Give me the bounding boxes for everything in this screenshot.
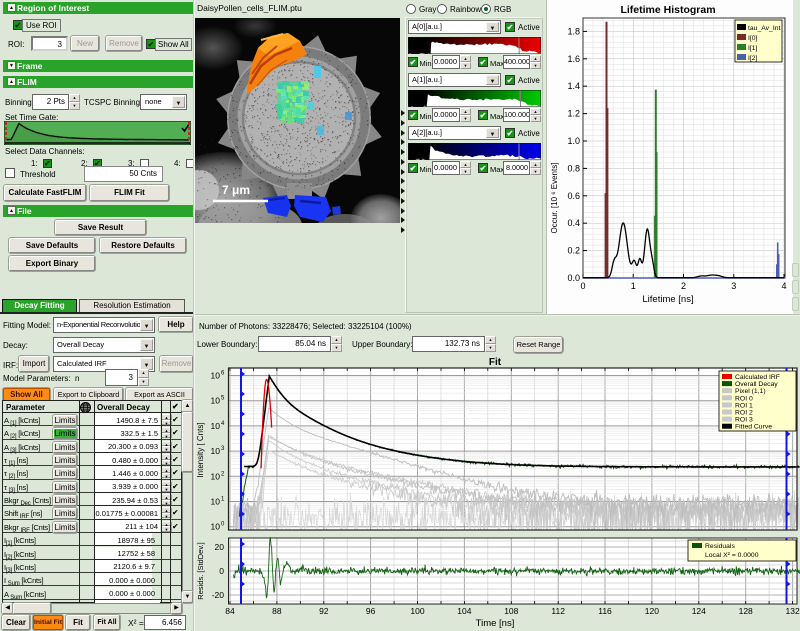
svg-text:Local X² = 0.0000: Local X² = 0.0000 [705,552,759,559]
svg-text:1.2: 1.2 [567,109,580,119]
svg-text:128: 128 [739,606,753,616]
svg-text:5: 5 [221,396,225,402]
svg-text:1.6: 1.6 [567,54,580,64]
svg-text:0: 0 [219,566,224,576]
svg-text:Fitted Curve: Fitted Curve [735,424,772,431]
svg-text:92: 92 [319,606,329,616]
svg-text:Lifetime [ns]: Lifetime [ns] [642,294,693,305]
svg-text:116: 116 [598,606,612,616]
svg-text:10: 10 [211,471,221,481]
svg-text:4: 4 [221,421,225,427]
svg-text:1: 1 [221,497,225,503]
svg-text:120: 120 [645,606,659,616]
svg-text:0.4: 0.4 [567,218,580,228]
svg-text:0.6: 0.6 [567,191,580,201]
svg-text:1: 1 [631,281,636,291]
svg-text:Intensity [ Cnts]: Intensity [ Cnts] [196,422,205,477]
svg-text:-20: -20 [212,590,225,600]
svg-text:132: 132 [786,606,800,616]
svg-text:96: 96 [366,606,376,616]
svg-text:108: 108 [504,606,518,616]
svg-text:Occur. [10 ⁶ Events]: Occur. [10 ⁶ Events] [550,163,559,234]
svg-text:0.0: 0.0 [567,273,580,283]
svg-text:10: 10 [211,371,221,381]
svg-text:4: 4 [781,281,786,291]
svg-text:I[1]: I[1] [748,45,758,52]
svg-text:10: 10 [211,497,221,507]
svg-text:Pixel (1,1): Pixel (1,1) [735,388,766,395]
svg-text:Overall Decay: Overall Decay [735,381,778,388]
svg-text:I[2]: I[2] [748,55,758,62]
svg-text:Time [ns]: Time [ns] [476,618,515,629]
svg-text:0.8: 0.8 [567,163,580,173]
svg-text:104: 104 [457,606,471,616]
svg-text:ROI 3: ROI 3 [735,417,753,424]
svg-text:tau_Av_Int: tau_Av_Int [748,25,780,32]
svg-text:0: 0 [580,281,585,291]
svg-text:Calculated IRF: Calculated IRF [735,374,780,381]
svg-text:7 μm: 7 μm [222,183,250,197]
svg-text:ROI 1: ROI 1 [735,402,753,409]
svg-text:2: 2 [681,281,686,291]
svg-text:0.2: 0.2 [567,246,580,256]
svg-text:84: 84 [225,606,235,616]
svg-text:1.4: 1.4 [567,81,580,91]
svg-text:Resids. [StdDev.]: Resids. [StdDev.] [196,542,205,599]
svg-text:Lifetime Histogram: Lifetime Histogram [620,4,715,16]
svg-text:10: 10 [211,421,221,431]
svg-text:112: 112 [551,606,565,616]
svg-text:20: 20 [215,542,225,552]
svg-text:2: 2 [221,471,225,477]
svg-text:I[0]: I[0] [748,35,758,42]
svg-text:100: 100 [410,606,424,616]
svg-text:6: 6 [221,371,225,377]
svg-text:10: 10 [211,522,221,532]
svg-text:0: 0 [221,522,225,528]
svg-text:1.8: 1.8 [567,26,580,36]
svg-text:10: 10 [211,396,221,406]
svg-text:3: 3 [731,281,736,291]
svg-text:3: 3 [221,446,225,452]
svg-text:88: 88 [272,606,282,616]
svg-text:Residuals: Residuals [705,543,735,550]
svg-text:1.0: 1.0 [567,136,580,146]
svg-text:124: 124 [692,606,706,616]
svg-text:10: 10 [211,446,221,456]
svg-text:ROI 0: ROI 0 [735,395,753,402]
svg-text:ROI 2: ROI 2 [735,410,753,417]
svg-text:Fit: Fit [489,357,502,368]
